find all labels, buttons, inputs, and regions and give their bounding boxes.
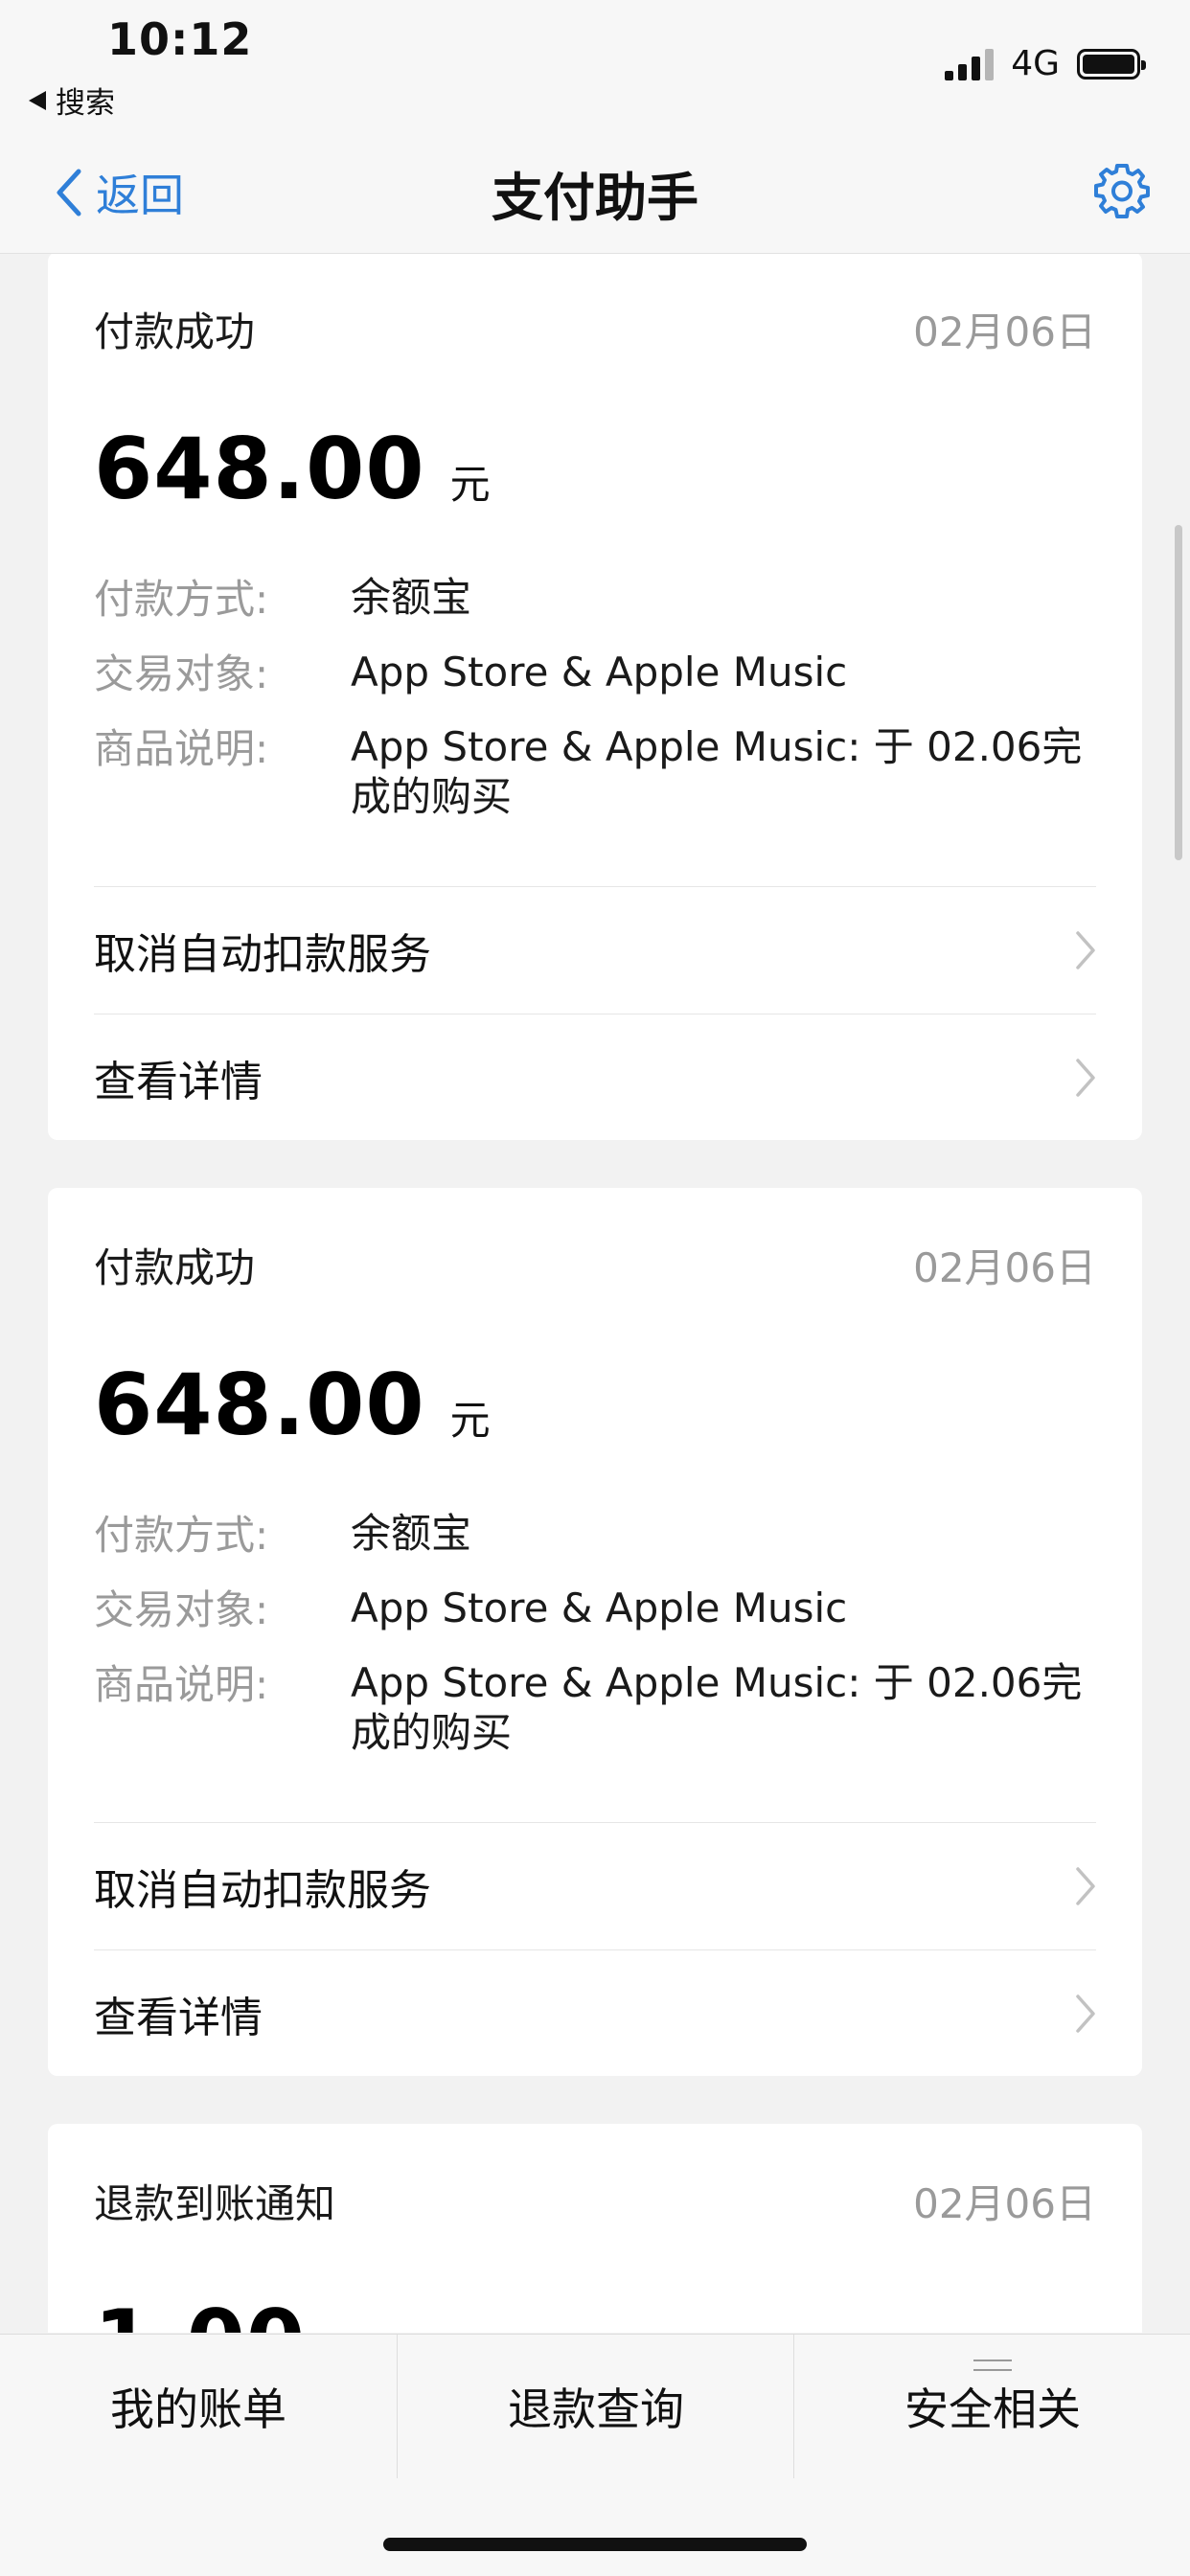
card-header: 付款成功 02月06日 bbox=[94, 300, 1096, 358]
back-to-app-link[interactable]: 搜索 bbox=[29, 79, 115, 122]
chevron-right-icon bbox=[1076, 1059, 1095, 1097]
status-bar: 10:12 搜索 4G bbox=[0, 0, 1190, 134]
payment-details: 付款方式: 余额宝 交易对象: App Store & Apple Music … bbox=[94, 1509, 1096, 1779]
amount-row: 1.00 bbox=[94, 2291, 306, 2333]
cancel-auto-deduct-link[interactable]: 取消自动扣款服务 bbox=[94, 1822, 1096, 1949]
payment-amount: 648.00 bbox=[94, 420, 425, 518]
payment-card: 付款成功 02月06日 648.00 元 付款方式: 余额宝 交易对象: App… bbox=[48, 1188, 1142, 2076]
currency-unit: 元 bbox=[449, 1397, 491, 1444]
amount-row: 648.00 元 bbox=[94, 420, 491, 518]
card-header: 付款成功 02月06日 bbox=[94, 1236, 1096, 1294]
tab-my-bills[interactable]: 我的账单 bbox=[0, 2335, 397, 2478]
gear-icon bbox=[1094, 164, 1150, 218]
payment-details: 付款方式: 余额宝 交易对象: App Store & Apple Music … bbox=[94, 573, 1096, 843]
status-indicators: 4G bbox=[945, 44, 1146, 83]
detail-row-payment-method: 付款方式: 余额宝 bbox=[94, 573, 1096, 627]
view-details-link[interactable]: 查看详情 bbox=[94, 1014, 1096, 1141]
card-status: 付款成功 bbox=[94, 1244, 256, 1291]
chevron-right-icon bbox=[1076, 1867, 1095, 1905]
back-triangle-icon bbox=[29, 90, 46, 110]
detail-value: 余额宝 bbox=[351, 1510, 472, 1557]
tab-label: 安全相关 bbox=[904, 2383, 1081, 2435]
settings-button[interactable] bbox=[1092, 161, 1152, 224]
refund-card: 退款到账通知 02月06日 1.00 bbox=[48, 2124, 1142, 2333]
payment-card: 付款成功 02月06日 648.00 元 付款方式: 余额宝 交易对象: App… bbox=[48, 254, 1142, 1140]
detail-row-description: 商品说明: App Store & Apple Music: 于 02.06完成… bbox=[94, 1658, 1096, 1758]
link-label: 查看详情 bbox=[94, 1994, 263, 2042]
amount-row: 648.00 元 bbox=[94, 1356, 491, 1454]
status-time: 10:12 bbox=[107, 13, 253, 65]
submenu-icon bbox=[973, 2359, 1012, 2371]
detail-row-description: 商品说明: App Store & Apple Music: 于 02.06完成… bbox=[94, 722, 1096, 822]
detail-label: 商品说明: bbox=[94, 1661, 269, 1708]
detail-row-merchant: 交易对象: App Store & Apple Music bbox=[94, 648, 1096, 701]
cancel-auto-deduct-link[interactable]: 取消自动扣款服务 bbox=[94, 886, 1096, 1014]
detail-row-merchant: 交易对象: App Store & Apple Music bbox=[94, 1584, 1096, 1637]
card-status: 退款到账通知 bbox=[94, 2180, 336, 2227]
navigation-bar: 返回 支付助手 bbox=[0, 134, 1190, 254]
detail-label: 付款方式: bbox=[94, 1512, 269, 1559]
back-to-app-label: 搜索 bbox=[56, 86, 115, 121]
detail-label: 交易对象: bbox=[94, 650, 269, 697]
scrollbar[interactable] bbox=[1175, 525, 1182, 860]
payment-amount: 648.00 bbox=[94, 1356, 425, 1454]
chevron-right-icon bbox=[1076, 931, 1095, 969]
card-date: 02月06日 bbox=[913, 1244, 1096, 1291]
link-label: 查看详情 bbox=[94, 1058, 263, 1106]
detail-label: 付款方式: bbox=[94, 576, 269, 623]
view-details-link[interactable]: 查看详情 bbox=[94, 1949, 1096, 2077]
card-date: 02月06日 bbox=[913, 308, 1096, 355]
detail-value: App Store & Apple Music bbox=[351, 649, 848, 695]
card-status: 付款成功 bbox=[94, 308, 256, 355]
detail-value: 余额宝 bbox=[351, 574, 472, 621]
chevron-right-icon bbox=[1076, 1995, 1095, 2033]
battery-icon bbox=[1077, 48, 1146, 80]
home-indicator[interactable] bbox=[383, 2538, 807, 2551]
currency-unit: 元 bbox=[449, 461, 491, 508]
tab-refund-query[interactable]: 退款查询 bbox=[397, 2335, 794, 2478]
page-title: 支付助手 bbox=[492, 168, 698, 228]
network-type: 4G bbox=[1011, 44, 1060, 83]
tab-security[interactable]: 安全相关 bbox=[793, 2335, 1190, 2478]
card-header: 退款到账通知 02月06日 bbox=[94, 2172, 1096, 2230]
link-label: 取消自动扣款服务 bbox=[94, 1866, 431, 1915]
refund-amount: 1.00 bbox=[94, 2291, 306, 2333]
signal-strength-icon bbox=[945, 48, 995, 80]
detail-label: 交易对象: bbox=[94, 1586, 269, 1633]
card-date: 02月06日 bbox=[913, 2180, 1096, 2227]
bottom-tab-bar: 我的账单 退款查询 安全相关 bbox=[0, 2334, 1190, 2576]
tab-label: 我的账单 bbox=[110, 2383, 286, 2435]
detail-value: App Store & Apple Music: 于 02.06完成的购买 bbox=[351, 723, 1083, 820]
detail-value: App Store & Apple Music: 于 02.06完成的购买 bbox=[351, 1659, 1083, 1756]
detail-row-payment-method: 付款方式: 余额宝 bbox=[94, 1509, 1096, 1562]
message-list[interactable]: 付款成功 02月06日 648.00 元 付款方式: 余额宝 交易对象: App… bbox=[0, 254, 1190, 2333]
link-label: 取消自动扣款服务 bbox=[94, 930, 431, 979]
detail-label: 商品说明: bbox=[94, 725, 269, 772]
tab-label: 退款查询 bbox=[508, 2383, 684, 2435]
detail-value: App Store & Apple Music bbox=[351, 1584, 848, 1631]
